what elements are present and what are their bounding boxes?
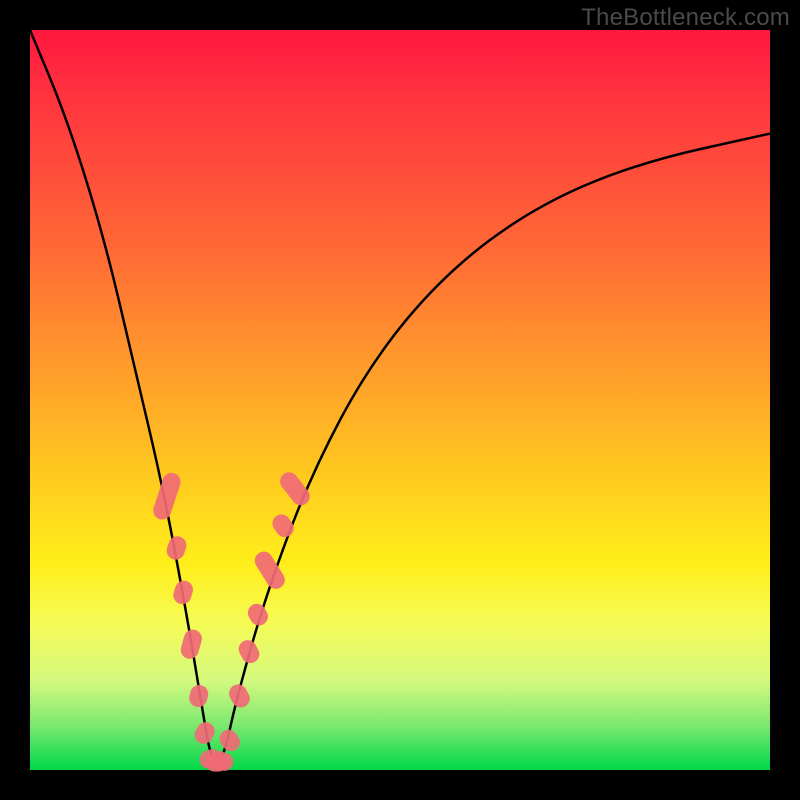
chart-frame: TheBottleneck.com [0, 0, 800, 800]
marker-layer [151, 469, 313, 774]
data-marker [269, 511, 297, 541]
data-marker [171, 578, 195, 606]
data-marker [245, 600, 272, 628]
data-marker [179, 627, 204, 660]
data-marker [251, 548, 288, 592]
plot-area [30, 30, 770, 770]
data-marker [187, 683, 210, 709]
bottleneck-curve [30, 30, 770, 763]
bottleneck-curve-path [30, 30, 770, 763]
data-marker [226, 681, 253, 710]
data-marker [236, 637, 263, 666]
data-marker [164, 534, 188, 562]
data-marker [216, 726, 243, 755]
watermark-text: TheBottleneck.com [581, 4, 790, 32]
curve-layer [30, 30, 770, 770]
data-marker [151, 471, 183, 522]
data-marker [191, 719, 218, 747]
